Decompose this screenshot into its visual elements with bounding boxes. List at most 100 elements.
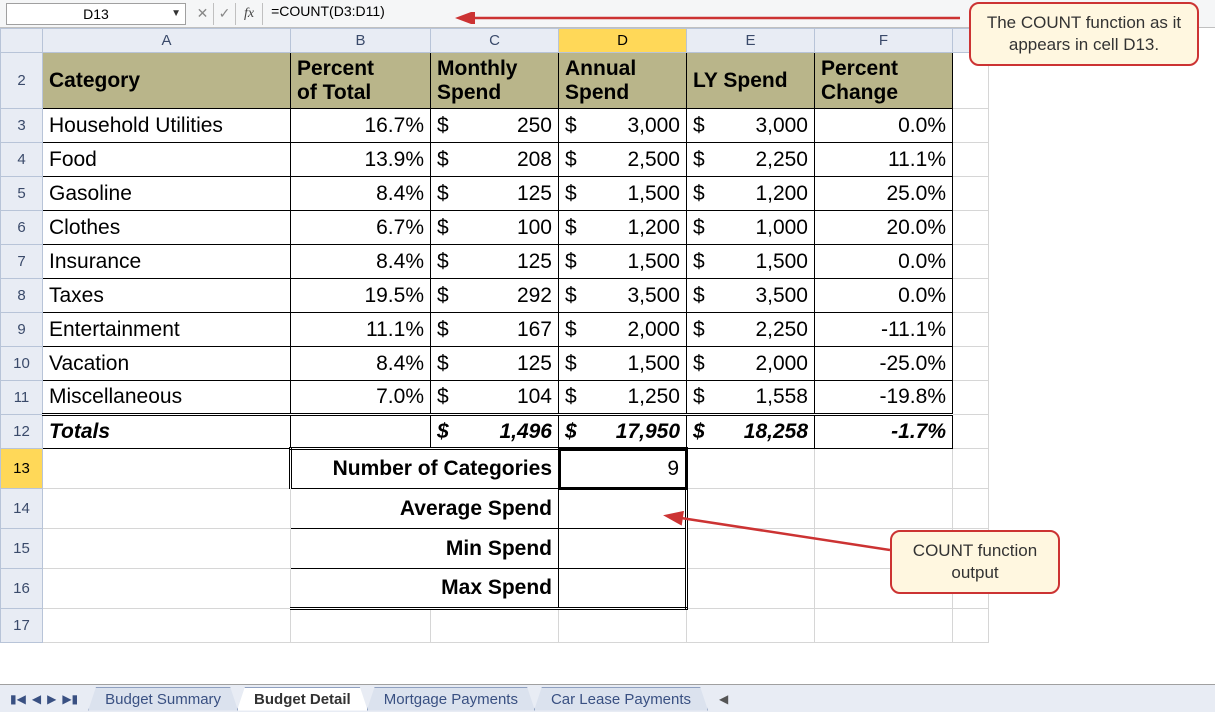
row-header-14[interactable]: 14 bbox=[1, 489, 43, 529]
cell[interactable]: Taxes bbox=[43, 279, 291, 313]
cell[interactable]: $18,258 bbox=[687, 415, 815, 449]
select-all-corner[interactable] bbox=[1, 29, 43, 53]
cell[interactable]: $167 bbox=[431, 313, 559, 347]
cell[interactable] bbox=[953, 347, 989, 381]
next-sheet-icon[interactable]: ▶ bbox=[47, 692, 56, 706]
cell[interactable]: 9 bbox=[559, 449, 687, 489]
cell[interactable] bbox=[559, 569, 687, 609]
formula-input[interactable]: =COUNT(D3:D11) bbox=[263, 3, 393, 25]
cell[interactable] bbox=[953, 279, 989, 313]
row-header-12[interactable]: 12 bbox=[1, 415, 43, 449]
cell[interactable]: $3,000 bbox=[559, 109, 687, 143]
header-cell-E[interactable]: LY Spend bbox=[687, 53, 815, 109]
cell[interactable]: 13.9% bbox=[291, 143, 431, 177]
cell[interactable]: 6.7% bbox=[291, 211, 431, 245]
cell[interactable]: 0.0% bbox=[815, 279, 953, 313]
cell[interactable] bbox=[953, 177, 989, 211]
header-cell-D[interactable]: AnnualSpend bbox=[559, 53, 687, 109]
row-header-2[interactable]: 2 bbox=[1, 53, 43, 109]
cell[interactable] bbox=[953, 489, 989, 529]
cell[interactable]: $1,500 bbox=[559, 245, 687, 279]
row-header-11[interactable]: 11 bbox=[1, 381, 43, 415]
cell[interactable] bbox=[43, 449, 291, 489]
cell[interactable] bbox=[43, 529, 291, 569]
cell[interactable] bbox=[953, 415, 989, 449]
row-header-8[interactable]: 8 bbox=[1, 279, 43, 313]
cell[interactable]: $3,000 bbox=[687, 109, 815, 143]
fx-button[interactable]: fx bbox=[236, 3, 263, 25]
cell[interactable]: 8.4% bbox=[291, 177, 431, 211]
cell[interactable] bbox=[953, 381, 989, 415]
cell[interactable] bbox=[687, 529, 815, 569]
cell[interactable] bbox=[815, 449, 953, 489]
cell[interactable]: Miscellaneous bbox=[43, 381, 291, 415]
cell[interactable]: Min Spend bbox=[291, 529, 559, 569]
row-header-13[interactable]: 13 bbox=[1, 449, 43, 489]
cell[interactable] bbox=[559, 489, 687, 529]
sheet-tab-mortgage-payments[interactable]: Mortgage Payments bbox=[367, 687, 535, 711]
cell[interactable]: $1,500 bbox=[687, 245, 815, 279]
cell[interactable]: Household Utilities bbox=[43, 109, 291, 143]
col-header-C[interactable]: C bbox=[431, 29, 559, 53]
col-header-B[interactable]: B bbox=[291, 29, 431, 53]
cell[interactable]: Number of Categories bbox=[291, 449, 559, 489]
cell[interactable] bbox=[815, 489, 953, 529]
cell[interactable]: $1,558 bbox=[687, 381, 815, 415]
cell[interactable]: $208 bbox=[431, 143, 559, 177]
cell[interactable] bbox=[687, 489, 815, 529]
row-header-5[interactable]: 5 bbox=[1, 177, 43, 211]
cell[interactable] bbox=[687, 609, 815, 643]
cell[interactable]: 0.0% bbox=[815, 245, 953, 279]
cell[interactable]: $2,250 bbox=[687, 143, 815, 177]
cell[interactable]: $1,250 bbox=[559, 381, 687, 415]
cell[interactable]: Clothes bbox=[43, 211, 291, 245]
cell[interactable]: $1,496 bbox=[431, 415, 559, 449]
row-header-3[interactable]: 3 bbox=[1, 109, 43, 143]
cell[interactable]: $2,250 bbox=[687, 313, 815, 347]
cell[interactable] bbox=[953, 313, 989, 347]
row-header-7[interactable]: 7 bbox=[1, 245, 43, 279]
cell[interactable]: $2,000 bbox=[687, 347, 815, 381]
cell[interactable]: $17,950 bbox=[559, 415, 687, 449]
header-cell-B[interactable]: Percentof Total bbox=[291, 53, 431, 109]
header-cell-C[interactable]: MonthlySpend bbox=[431, 53, 559, 109]
name-box-dropdown-icon[interactable]: ▼ bbox=[171, 8, 181, 19]
cell[interactable]: Totals bbox=[43, 415, 291, 449]
cell[interactable]: -1.7% bbox=[815, 415, 953, 449]
cell[interactable] bbox=[953, 245, 989, 279]
cell[interactable]: $2,000 bbox=[559, 313, 687, 347]
cell[interactable]: $125 bbox=[431, 347, 559, 381]
enter-icon[interactable]: ✓ bbox=[214, 3, 236, 25]
cell[interactable] bbox=[687, 449, 815, 489]
sheet-tab-budget-summary[interactable]: Budget Summary bbox=[88, 687, 238, 711]
cell[interactable] bbox=[953, 449, 989, 489]
cell[interactable]: -19.8% bbox=[815, 381, 953, 415]
cell[interactable]: $104 bbox=[431, 381, 559, 415]
name-box[interactable]: D13 ▼ bbox=[6, 3, 186, 25]
cell[interactable] bbox=[687, 569, 815, 609]
cell[interactable] bbox=[953, 109, 989, 143]
cell[interactable] bbox=[43, 609, 291, 643]
col-header-A[interactable]: A bbox=[43, 29, 291, 53]
tab-scroll-left-icon[interactable]: ◀ bbox=[719, 692, 728, 706]
cell[interactable]: 11.1% bbox=[815, 143, 953, 177]
cell[interactable]: 11.1% bbox=[291, 313, 431, 347]
cell[interactable]: Vacation bbox=[43, 347, 291, 381]
cell[interactable] bbox=[953, 143, 989, 177]
cell[interactable]: Average Spend bbox=[291, 489, 559, 529]
row-header-16[interactable]: 16 bbox=[1, 569, 43, 609]
cell[interactable]: 20.0% bbox=[815, 211, 953, 245]
header-cell-A[interactable]: Category bbox=[43, 53, 291, 109]
row-header-15[interactable]: 15 bbox=[1, 529, 43, 569]
sheet-tab-budget-detail[interactable]: Budget Detail bbox=[237, 687, 368, 711]
cell[interactable]: Insurance bbox=[43, 245, 291, 279]
cell[interactable]: $100 bbox=[431, 211, 559, 245]
cell[interactable]: 25.0% bbox=[815, 177, 953, 211]
cell[interactable]: Max Spend bbox=[291, 569, 559, 609]
cell[interactable]: 8.4% bbox=[291, 245, 431, 279]
cell[interactable] bbox=[431, 609, 559, 643]
cell[interactable]: Food bbox=[43, 143, 291, 177]
header-cell-F[interactable]: PercentChange bbox=[815, 53, 953, 109]
cell[interactable]: 8.4% bbox=[291, 347, 431, 381]
cell[interactable] bbox=[953, 211, 989, 245]
